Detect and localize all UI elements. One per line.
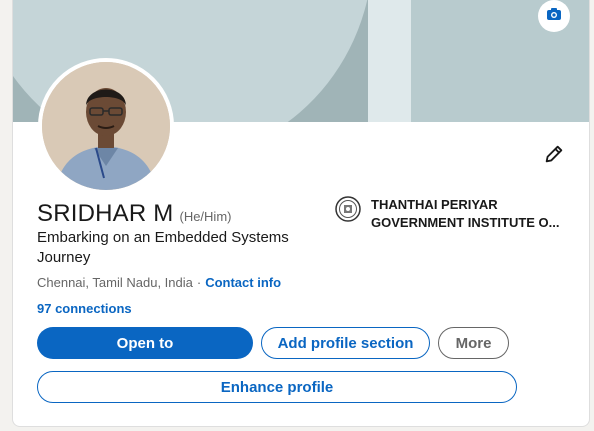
education-name-line2: GOVERNMENT INSTITUTE O... [371,215,560,230]
profile-location: Chennai, Tamil Nadu, India [37,275,193,290]
camera-icon [546,6,562,27]
education-entry[interactable]: THANTHAI PERIYAR GOVERNMENT INSTITUTE O.… [335,196,575,232]
pencil-icon [543,143,565,170]
pronouns: (He/Him) [179,209,232,224]
enhance-profile-button[interactable]: Enhance profile [37,371,517,403]
school-seal-icon [335,196,361,222]
profile-photo[interactable] [38,58,174,194]
profile-actions: Open to Add profile section More [37,327,509,359]
profile-name: SRIDHAR M [37,200,174,227]
location-row: Chennai, Tamil Nadu, India · Contact info [37,275,281,290]
profile-card: SRIDHAR M (He/Him) Embarking on an Embed… [12,0,590,427]
more-button[interactable]: More [438,327,509,359]
edit-intro-button[interactable] [538,140,570,172]
cover-pale-band [368,0,413,122]
connections-link[interactable]: 97 connections [37,301,132,316]
add-profile-section-button[interactable]: Add profile section [261,327,430,359]
name-row: SRIDHAR M (He/Him) [37,200,231,228]
profile-headline: Embarking on an Embedded Systems Journey [37,229,289,266]
education-name-line1: THANTHAI PERIYAR [371,197,498,212]
education-name: THANTHAI PERIYAR GOVERNMENT INSTITUTE O.… [371,196,560,232]
location-separator: · [196,275,202,290]
open-to-button[interactable]: Open to [37,327,253,359]
edit-cover-photo-button[interactable] [538,0,570,32]
contact-info-link[interactable]: Contact info [205,275,281,290]
